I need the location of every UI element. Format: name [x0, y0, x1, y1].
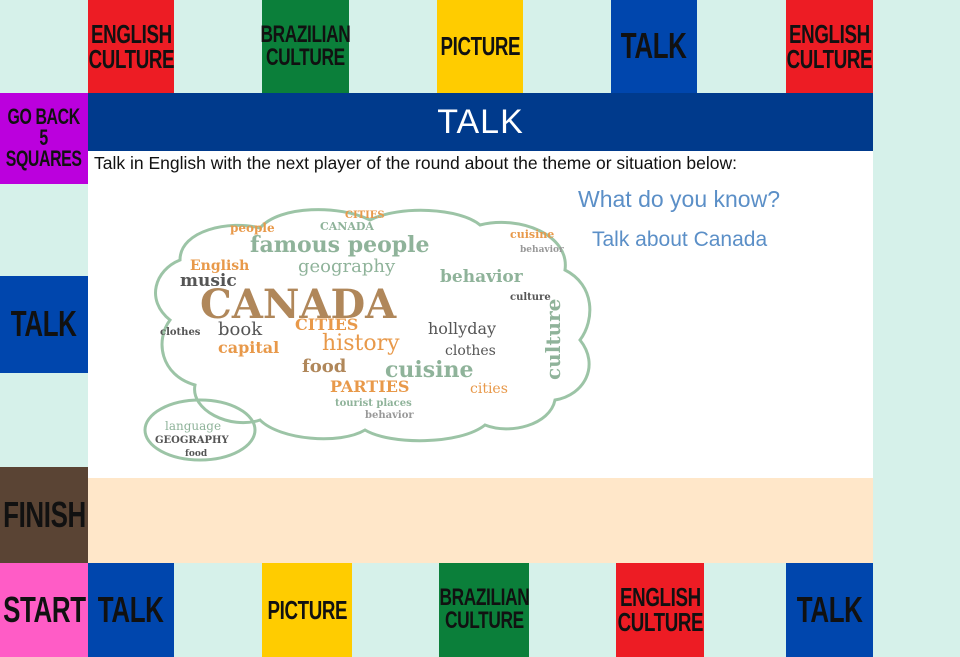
- square-english-culture-top-2[interactable]: ENGLISH CULTURE: [786, 0, 873, 93]
- wc-parties: PARTIES: [330, 377, 409, 396]
- square-talk-bottom-2[interactable]: TALK: [786, 563, 873, 657]
- wc-book: book: [218, 319, 263, 340]
- square-english-culture-bottom[interactable]: ENGLISH CULTURE: [616, 563, 704, 657]
- wc-food: food: [302, 356, 347, 377]
- wc-behavior-1: behavior: [520, 245, 564, 255]
- square-finish[interactable]: FINISH: [0, 467, 88, 563]
- wc-behavior-2: behavior: [440, 267, 524, 287]
- question-what-do-you-know: What do you know?: [578, 186, 781, 212]
- wc-geography: geography: [298, 256, 396, 277]
- answer-area: [88, 478, 873, 563]
- wc-food-1: cuisine: [510, 228, 554, 241]
- wc-behavior-3: behavior: [365, 410, 414, 421]
- square-talk-left[interactable]: TALK: [0, 276, 88, 373]
- wc-history: history: [322, 331, 400, 356]
- square-brazilian-culture-top[interactable]: BRAZILIAN CULTURE: [261, 0, 351, 93]
- wc-geography-upper: GEOGRAPHY: [155, 435, 229, 446]
- square-start[interactable]: START: [0, 563, 88, 657]
- wc-tourist-places: tourist places: [335, 398, 412, 409]
- square-talk-bottom-1[interactable]: TALK: [88, 563, 174, 657]
- question-talk-about-canada: Talk about Canada: [592, 228, 768, 251]
- wc-capital: capital: [218, 338, 279, 357]
- wc-hollyday: hollyday: [428, 319, 496, 338]
- wc-clothes: clothes: [160, 327, 201, 338]
- square-picture-top[interactable]: PICTURE: [437, 0, 523, 93]
- card-title: TALK: [88, 93, 873, 151]
- square-english-culture-top-1[interactable]: ENGLISH CULTURE: [88, 0, 174, 93]
- square-talk-top[interactable]: TALK: [611, 0, 697, 93]
- square-brazilian-culture-bottom[interactable]: BRAZILIAN CULTURE: [439, 563, 529, 657]
- square-picture-bottom[interactable]: PICTURE: [262, 563, 352, 657]
- canada-word-cloud: CITIES people CANADA famous people cuisi…: [143, 208, 592, 462]
- wc-cities-2: cities: [470, 381, 508, 397]
- wc-famous-people: famous people: [250, 232, 430, 258]
- square-go-back-5[interactable]: GO BACK 5 SQUARES: [0, 93, 88, 184]
- wc-culture: culture: [541, 299, 565, 380]
- wc-food-2: food: [185, 449, 208, 459]
- wc-language: language: [165, 419, 221, 433]
- card-instruction: Talk in English with the next player of …: [94, 153, 738, 173]
